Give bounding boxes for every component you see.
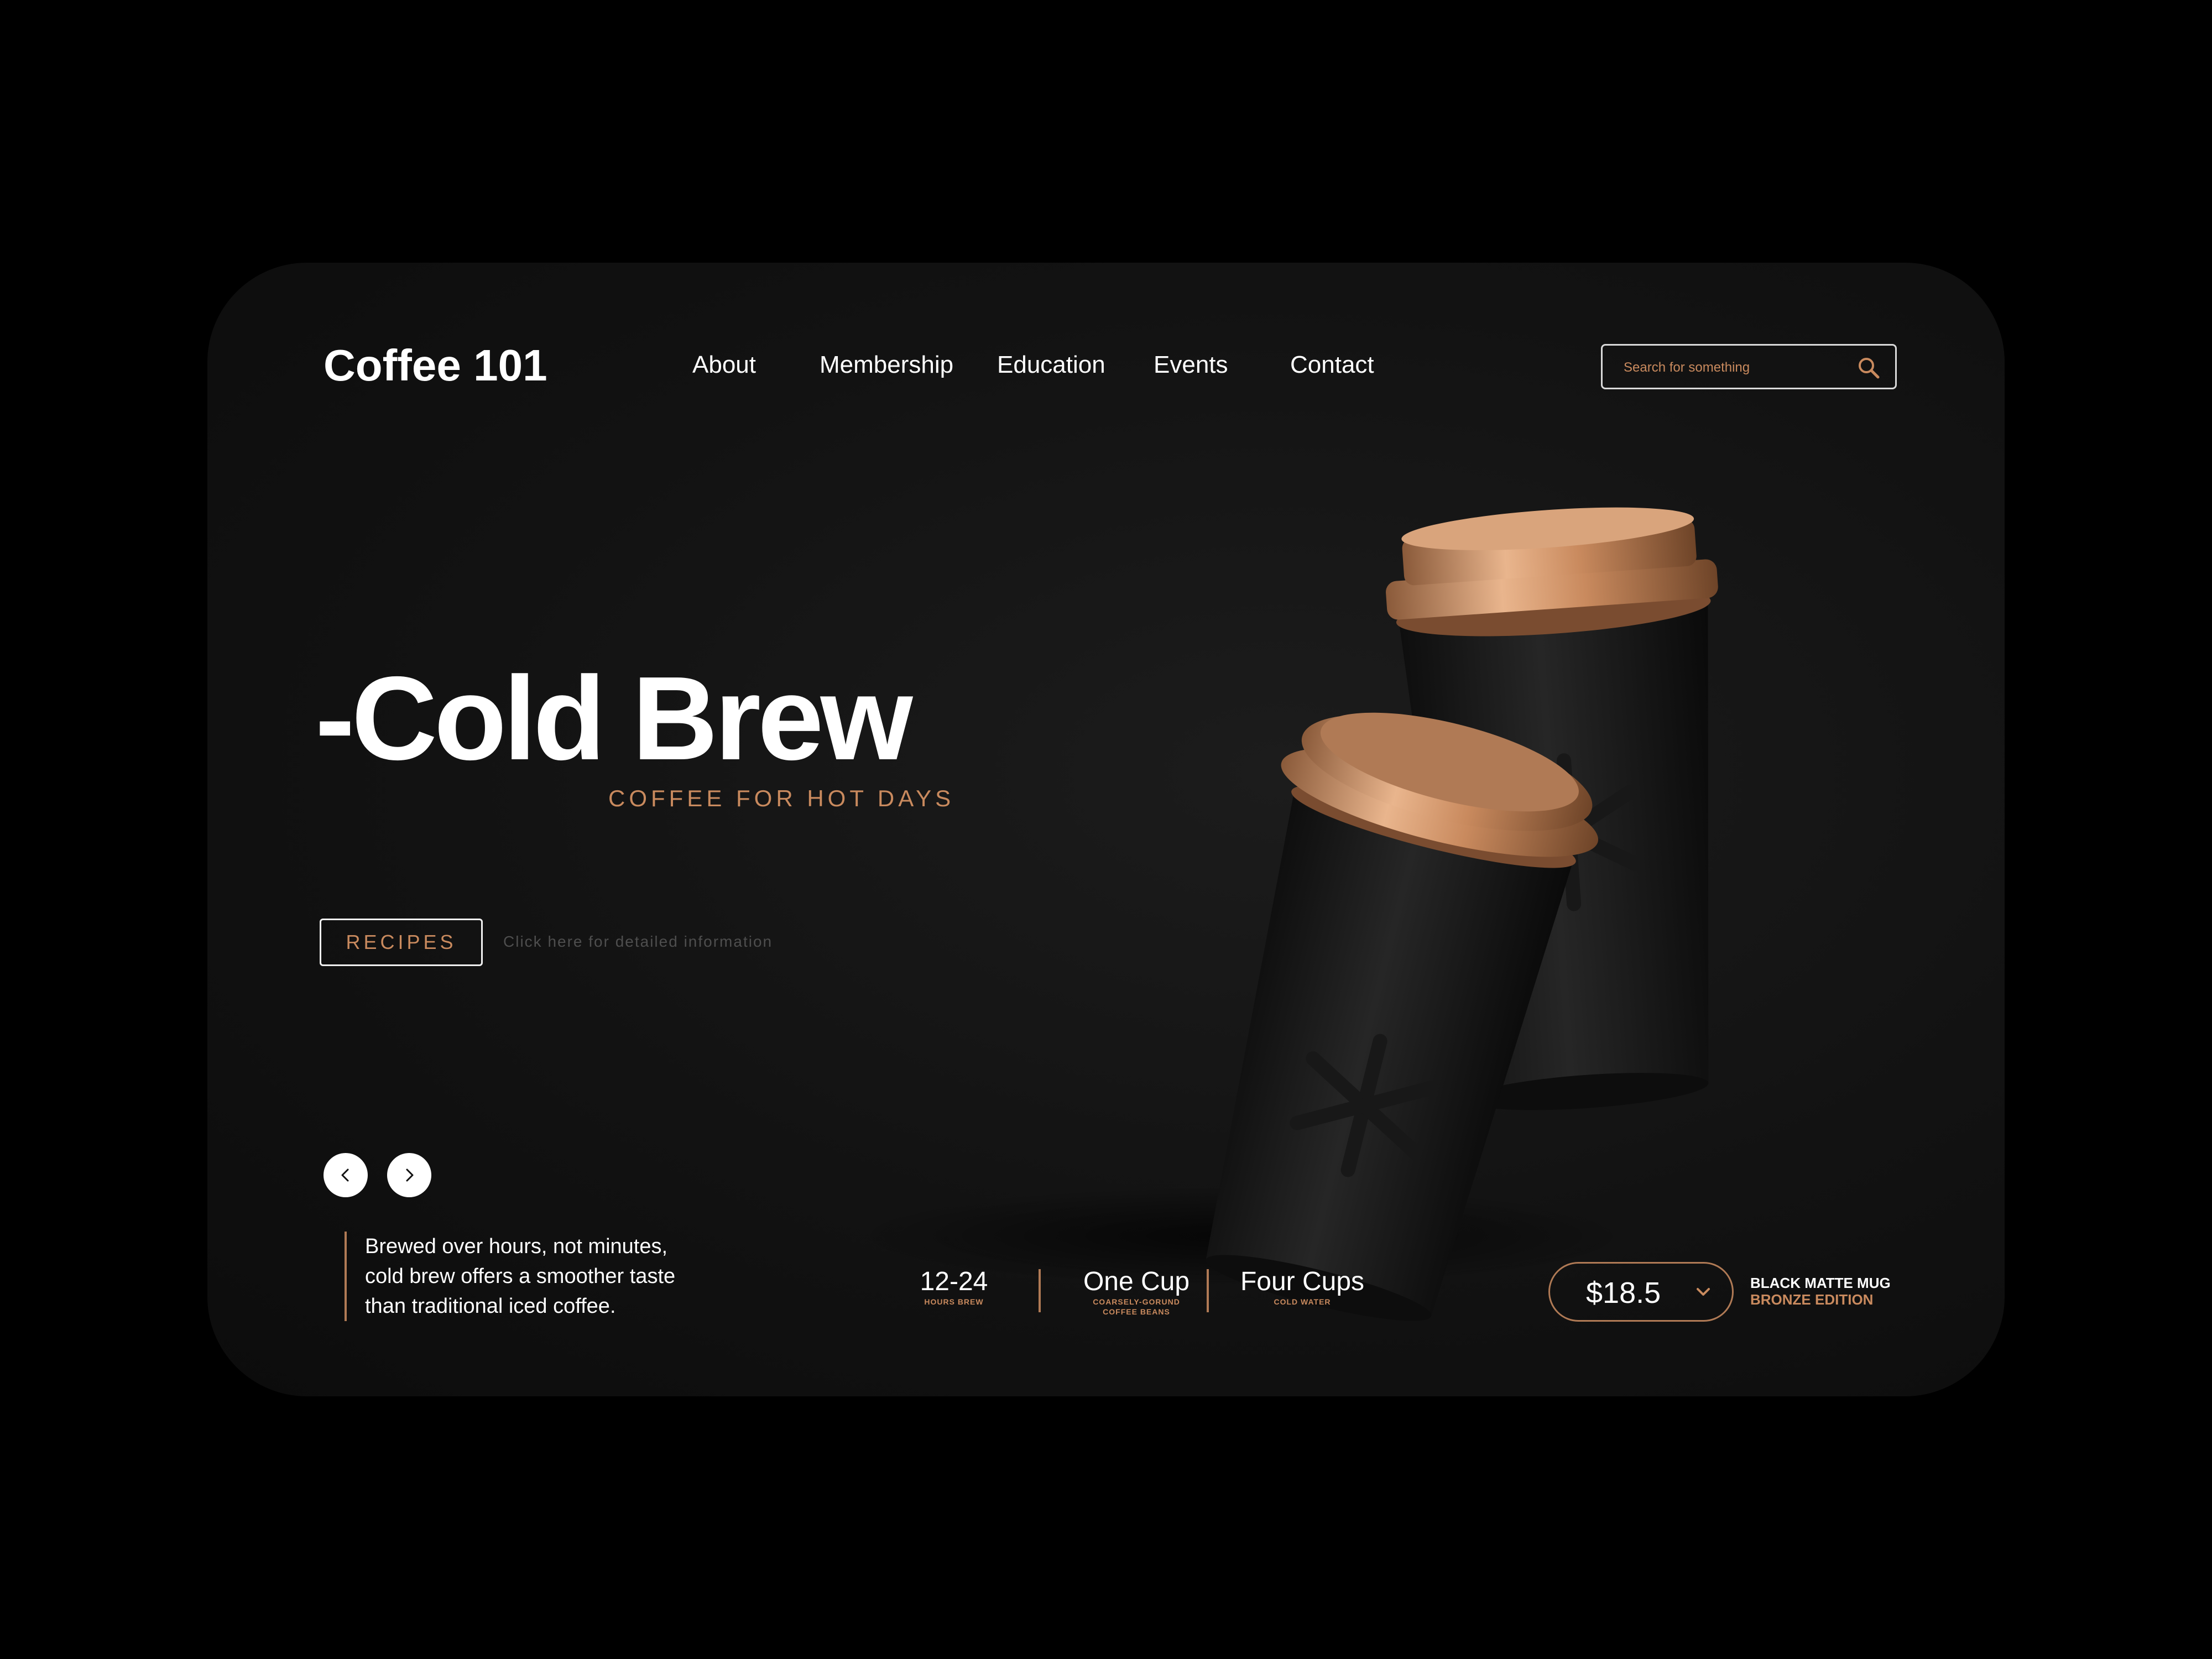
hero-title: -Cold Brew [315, 651, 913, 785]
search-placeholder: Search for something [1624, 360, 1750, 375]
recipes-hint: Click here for detailed information [503, 933, 773, 950]
nav-item-education[interactable]: Education [997, 351, 1105, 379]
description-line-1: Brewed over hours, not minutes, [365, 1235, 668, 1258]
search-input[interactable]: Search for something [1601, 344, 1897, 389]
stat-value: Four Cups [1240, 1267, 1365, 1296]
stat-brew-time: 12-24 HOURS BREW [918, 1266, 990, 1307]
stat-coffee-beans: One Cup COARSELY-GORUND COFFEE BEANS [1070, 1266, 1203, 1317]
chevron-left-icon [341, 1168, 349, 1182]
stat-cold-water: Four Cups COLD WATER [1230, 1266, 1374, 1307]
hero-card: Coffee 101 About Membership Education Ev… [207, 263, 2005, 1396]
price-value: $18.5 [1586, 1276, 1661, 1310]
stat-label: HOURS BREW [924, 1297, 984, 1306]
nav-item-events[interactable]: Events [1154, 351, 1228, 379]
product-name-line-1: BLACK MATTE MUG [1750, 1275, 1891, 1291]
hero-subtitle: COFFEE FOR HOT DAYS [608, 785, 955, 811]
description-line-3: than traditional iced coffee. [365, 1295, 616, 1318]
stat-divider [1039, 1269, 1041, 1312]
carousel-prev-button[interactable] [324, 1153, 368, 1197]
chevron-down-icon [1697, 1288, 1710, 1296]
stat-divider [1207, 1269, 1209, 1312]
nav-item-contact[interactable]: Contact [1290, 351, 1374, 379]
nav-item-membership[interactable]: Membership [820, 351, 953, 379]
carousel-next-button[interactable] [387, 1153, 431, 1197]
stat-label: COARSELY-GORUND [1093, 1297, 1180, 1306]
price-selector[interactable]: $18.5 [1548, 1262, 1734, 1322]
product-name-line-2: BRONZE EDITION [1750, 1291, 1874, 1308]
stat-value: One Cup [1083, 1267, 1190, 1296]
chevron-right-icon [406, 1168, 414, 1182]
cup-back [1386, 507, 1718, 1110]
stat-label-2: COFFEE BEANS [1103, 1307, 1170, 1316]
brand-logo[interactable]: Coffee 101 [324, 340, 547, 391]
product-name: BLACK MATTE MUG BRONZE EDITION [1750, 1275, 1891, 1308]
recipes-button[interactable]: RECIPES [320, 919, 483, 966]
description-line-2: cold brew offers a smoother taste [365, 1265, 676, 1288]
description-text: Brewed over hours, not minutes, cold bre… [345, 1232, 763, 1321]
stat-label: COLD WATER [1274, 1297, 1331, 1306]
search-icon[interactable] [1856, 356, 1881, 380]
stat-value: 12-24 [920, 1267, 988, 1296]
coffee-cups-illustration [854, 507, 1718, 1321]
cup-front [1206, 712, 1599, 1321]
nav-item-about[interactable]: About [692, 351, 756, 379]
